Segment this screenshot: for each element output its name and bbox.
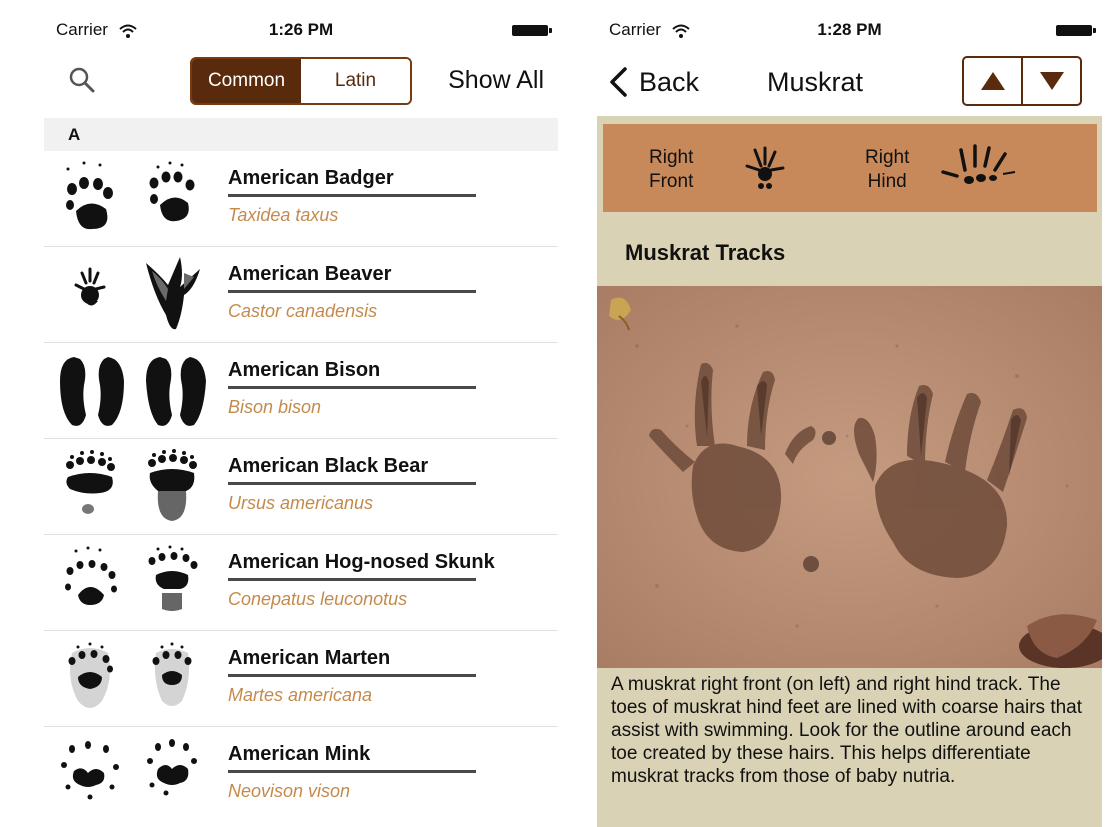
detail-content: Right Front Right Hind Muskrat Tracks A …	[597, 116, 1102, 827]
common-name: American Marten	[228, 647, 476, 677]
battery-icon	[1056, 25, 1096, 36]
segment-common[interactable]: Common	[192, 59, 301, 103]
track-photo	[597, 286, 1102, 668]
back-button[interactable]: Back	[607, 62, 699, 102]
beaver-hind-track-icon	[146, 257, 200, 330]
list-item[interactable]: American Badger Taxidea taxus	[44, 151, 558, 247]
muskrat-tracks-photo	[597, 286, 1102, 668]
search-button[interactable]	[66, 64, 100, 98]
common-name: American Black Bear	[228, 455, 476, 485]
search-icon	[69, 67, 95, 93]
latin-name: Bison bison	[228, 397, 322, 417]
show-all-button[interactable]: Show All	[448, 66, 544, 95]
status-time: 1:26 PM	[268, 20, 334, 39]
battery-icon	[512, 25, 552, 36]
section-title: Muskrat Tracks	[625, 240, 786, 265]
species-names: American Bison Bison bison	[228, 359, 476, 418]
species-names: American Badger Taxidea taxus	[228, 167, 476, 226]
species-list: American Badger Taxidea taxus American B…	[44, 151, 558, 823]
status-bar: Carrier 1:28 PM	[597, 0, 1102, 60]
species-names: American Mink Neovison vison	[228, 743, 476, 802]
list-item[interactable]: American Hog-nosed Skunk Conepatus leuco…	[44, 535, 558, 631]
back-label: Back	[639, 66, 700, 97]
next-species-button[interactable]	[1021, 58, 1080, 104]
list-item[interactable]: American Beaver Castor canadensis	[44, 247, 558, 343]
latin-name: Conepatus leuconotus	[228, 589, 408, 609]
species-detail-screen: Carrier 1:28 PM Back Muskrat Right Front…	[597, 0, 1102, 827]
common-name: American Mink	[228, 743, 476, 773]
name-type-segmented-control: Common Latin	[190, 57, 412, 105]
species-names: American Beaver Castor canadensis	[228, 263, 476, 322]
common-name: American Badger	[228, 167, 476, 197]
black-bear-front-track-icon	[66, 450, 115, 514]
badger-front-track-icon	[66, 161, 113, 230]
latin-name: Martes americana	[228, 685, 373, 705]
track-diagram-banner: Right Front Right Hind	[603, 124, 1097, 212]
species-list-screen: Carrier 1:26 PM Common Latin Show All A	[44, 0, 558, 827]
list-item[interactable]: American Bison Bison bison	[44, 343, 558, 439]
latin-name: Neovison vison	[228, 781, 351, 801]
badger-hind-track-icon	[149, 161, 195, 222]
skunk-hind-track-icon	[148, 545, 198, 611]
triangle-up-icon	[980, 72, 1005, 90]
status-bar: Carrier 1:26 PM	[44, 0, 558, 60]
muskrat-hind-track-icon	[941, 144, 1016, 184]
species-names: American Hog-nosed Skunk Conepatus leuco…	[228, 551, 495, 610]
black-bear-hind-track-icon	[148, 449, 197, 521]
mink-hind-track-icon	[147, 739, 197, 796]
previous-species-button[interactable]	[964, 58, 1021, 104]
list-item[interactable]: American Black Bear Ursus americanus	[44, 439, 558, 535]
list-toolbar: Common Latin Show All	[44, 52, 558, 114]
common-name: American Beaver	[228, 263, 476, 293]
prev-next-control	[962, 56, 1082, 106]
common-name: American Bison	[228, 359, 476, 389]
latin-name: Ursus americanus	[228, 493, 374, 513]
triangle-down-icon	[1039, 72, 1064, 90]
section-header: A	[44, 118, 558, 151]
beaver-front-track-icon	[74, 267, 106, 306]
latin-name: Castor canadensis	[228, 301, 378, 321]
track-description: A muskrat right front (on left) and righ…	[611, 674, 1083, 787]
species-names: American Marten Martes americana	[228, 647, 476, 706]
chevron-left-icon	[610, 67, 627, 97]
right-hind-label: Right Hind	[865, 147, 910, 192]
muskrat-front-track-icon	[745, 146, 785, 189]
bison-front-track-icon	[60, 357, 124, 426]
species-names: American Black Bear Ursus americanus	[228, 455, 476, 514]
marten-front-track-icon	[68, 642, 113, 708]
common-name: American Hog-nosed Skunk	[228, 551, 495, 581]
latin-name: Taxidea taxus	[228, 205, 339, 225]
segment-latin[interactable]: Latin	[301, 59, 410, 103]
right-front-label: Right Front	[649, 147, 694, 192]
detail-navbar: Back Muskrat	[597, 52, 1102, 114]
marten-hind-track-icon	[152, 642, 192, 706]
list-item[interactable]: American Marten Martes americana	[44, 631, 558, 727]
list-item[interactable]: American Mink Neovison vison	[44, 727, 558, 823]
bison-hind-track-icon	[146, 357, 206, 426]
page-title: Muskrat	[767, 67, 864, 97]
status-time: 1:28 PM	[817, 20, 882, 39]
mink-front-track-icon	[61, 741, 119, 800]
skunk-front-track-icon	[65, 546, 117, 605]
